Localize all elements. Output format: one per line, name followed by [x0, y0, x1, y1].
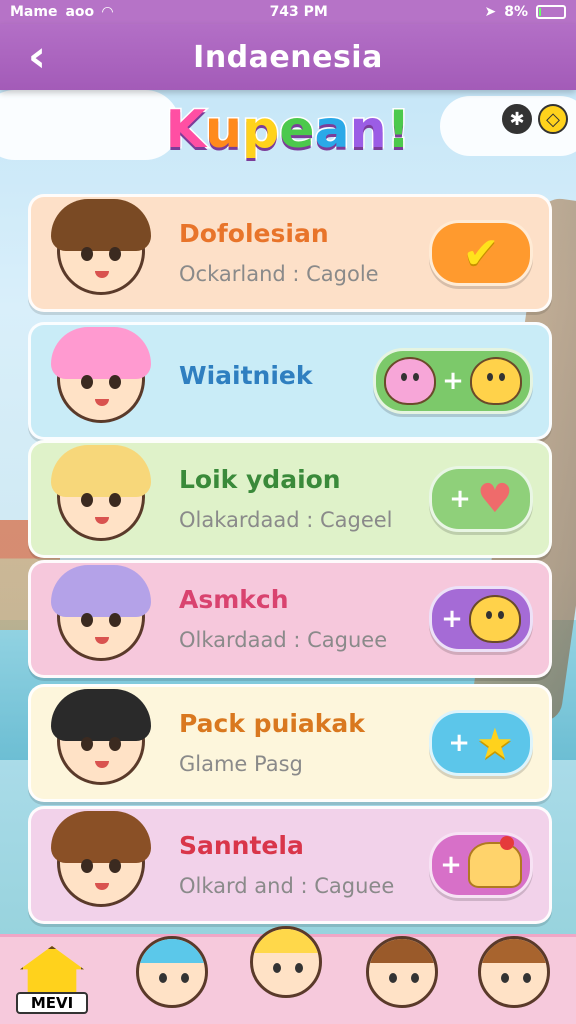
avatar — [136, 936, 208, 1008]
bear-icon — [469, 357, 522, 405]
logo-letter: p — [241, 99, 281, 162]
logo-letter: u — [203, 99, 243, 162]
battery-icon — [536, 5, 566, 19]
card-title: Asmkch — [179, 585, 289, 614]
avatar — [366, 936, 438, 1008]
nav-home[interactable]: MEVI — [6, 922, 102, 1020]
avatar — [39, 319, 159, 439]
card-subtitle: Olkard and : Caguee — [179, 874, 395, 898]
location-icon: ➤ — [484, 4, 497, 20]
nav-character-blue[interactable] — [124, 922, 220, 1020]
battery-percent: 8% — [504, 4, 528, 20]
card-subtitle: Olkardaad : Caguee — [179, 628, 388, 652]
logo-letter: n — [348, 99, 388, 162]
page-title: Indaenesia — [193, 39, 383, 75]
avatar — [478, 936, 550, 1008]
card-subtitle: Ockarland : Cagole — [179, 262, 379, 286]
card-action-button[interactable]: + — [373, 348, 533, 414]
pudding-icon — [467, 836, 522, 888]
card-text: Dofolesian Ockarland : Cagole — [179, 219, 379, 286]
swap-icon[interactable]: ◇ — [538, 104, 568, 134]
nav-character-yellow[interactable] — [238, 912, 334, 1010]
avatar — [39, 191, 159, 311]
card-action-button[interactable]: + — [429, 586, 533, 652]
game-logo: Kupean! — [0, 99, 576, 162]
avatar — [39, 557, 159, 677]
character-card[interactable]: Pack puiakak Glame Pasg + ★ — [28, 684, 552, 802]
avatar — [39, 681, 159, 801]
wifi-icon: ◠ — [102, 4, 113, 20]
card-text: Asmkch Olkardaad : Caguee — [179, 585, 387, 652]
bottom-nav: MEVI — [0, 926, 576, 1024]
star-icon: ★ — [476, 718, 514, 768]
plus-icon: + — [441, 604, 463, 634]
card-title: Sanntela — [179, 831, 304, 860]
plus-icon: + — [448, 728, 471, 758]
avatar — [250, 926, 322, 998]
character-card[interactable]: Sanntela Olkard and : Caguee + — [28, 806, 552, 924]
card-subtitle: Olakardaad : Cageel — [179, 508, 393, 532]
nav-character-brown[interactable] — [354, 922, 450, 1020]
plus-icon: + — [440, 850, 462, 880]
card-title: Wiaitniek — [179, 361, 313, 390]
heart-icon: ♥ — [476, 476, 513, 522]
clock: 743 PM — [269, 4, 328, 20]
checkmark-icon: ✔ — [462, 227, 500, 279]
character-card[interactable]: Loik ydaion Olakardaad : Cageel + ♥ — [28, 440, 552, 558]
top-icons: ✱ ◇ — [502, 104, 568, 134]
card-action-button[interactable]: + ♥ — [429, 466, 533, 532]
character-card[interactable]: Dofolesian Ockarland : Cagole ✔ — [28, 194, 552, 312]
back-button[interactable]: ‹ — [14, 32, 60, 82]
bear-icon — [468, 595, 521, 643]
network-label: aoo — [65, 4, 95, 20]
chevron-left-icon: ‹ — [27, 31, 47, 82]
plus-icon: + — [449, 484, 471, 514]
card-text: Sanntela Olkard and : Caguee — [179, 831, 394, 898]
avatar — [39, 803, 159, 923]
status-bar: Mame aoo ◠ 743 PM ➤ 8% — [0, 0, 576, 24]
card-text: Pack puiakak Glame Pasg — [179, 709, 365, 776]
nav-home-label: MEVI — [16, 992, 88, 1014]
logo-letter: ! — [385, 99, 412, 162]
character-card[interactable]: Wiaitniek + — [28, 322, 552, 440]
card-subtitle: Glame Pasg — [179, 752, 303, 776]
card-text: Loik ydaion Olakardaad : Cageel — [179, 465, 393, 532]
card-title: Pack puiakak — [179, 709, 365, 738]
card-action-button[interactable]: ✔ — [429, 220, 533, 286]
logo-letter: a — [313, 99, 351, 162]
logo-letter: e — [278, 99, 316, 162]
gear-icon[interactable]: ✱ — [502, 104, 532, 134]
logo-letter: K — [164, 99, 206, 162]
card-action-button[interactable]: + — [429, 832, 533, 898]
pink-pet-icon — [384, 357, 437, 405]
plus-icon: + — [442, 366, 464, 396]
carrier-label: Mame — [10, 4, 58, 20]
card-title: Dofolesian — [179, 219, 329, 248]
character-card[interactable]: Asmkch Olkardaad : Caguee + — [28, 560, 552, 678]
avatar — [39, 437, 159, 557]
nav-character-brown-2[interactable] — [466, 922, 562, 1020]
card-action-button[interactable]: + ★ — [429, 710, 533, 776]
card-title: Loik ydaion — [179, 465, 341, 494]
house-icon — [20, 946, 84, 998]
card-text: Wiaitniek — [179, 361, 312, 390]
header-bar: ‹ Indaenesia — [0, 24, 576, 90]
